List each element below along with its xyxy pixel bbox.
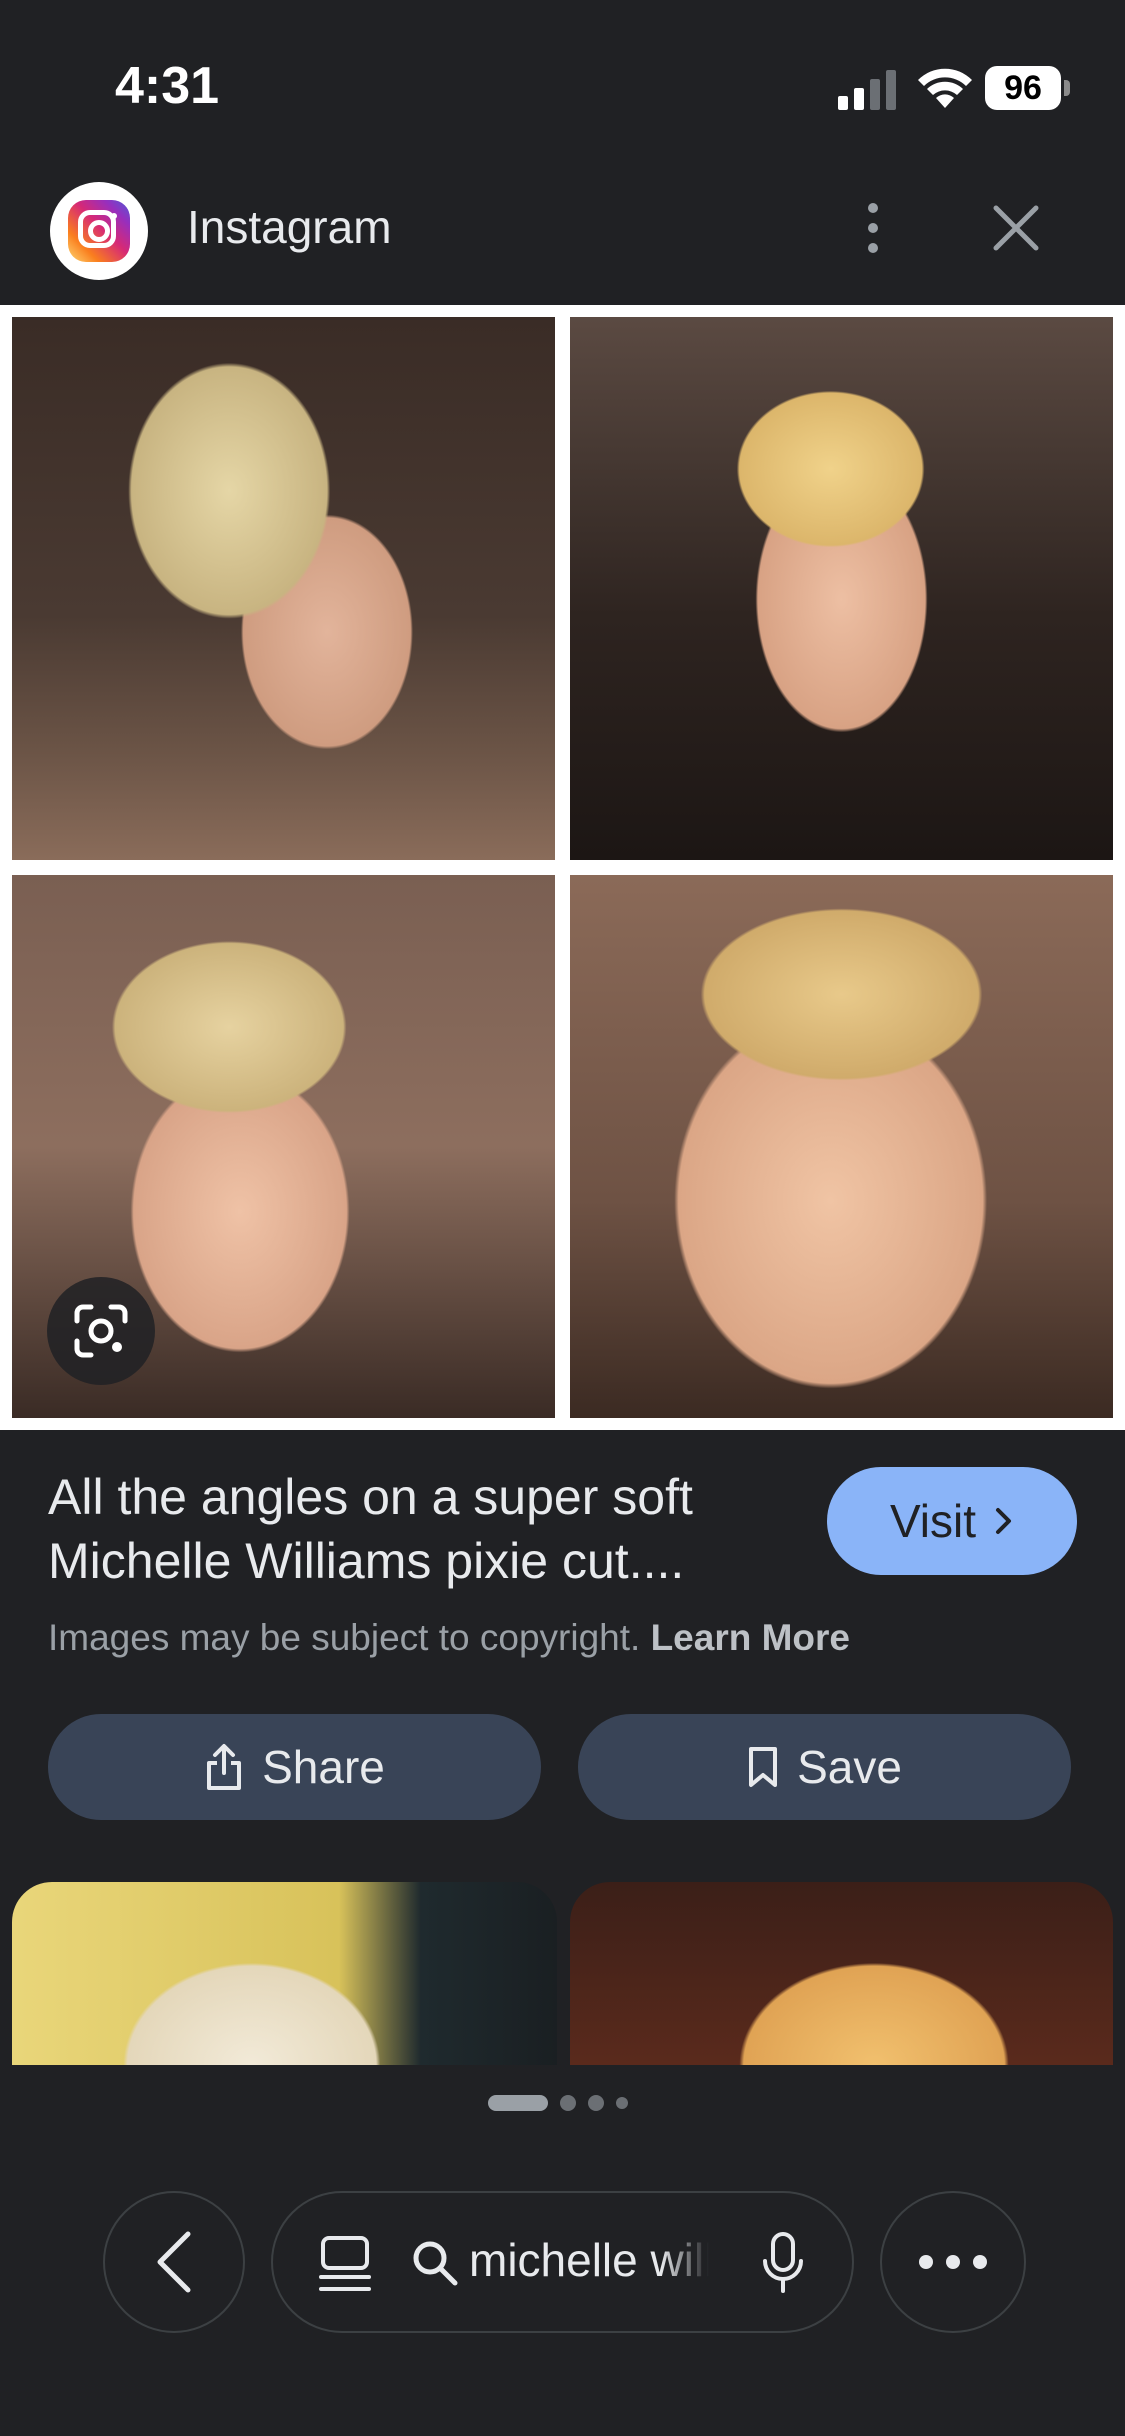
more-options-button[interactable] — [880, 2191, 1026, 2333]
battery-indicator: 96 — [985, 66, 1061, 110]
back-button[interactable] — [103, 2191, 245, 2333]
image-title[interactable]: All the angles on a super soft Michelle … — [48, 1465, 808, 1593]
page-indicator — [488, 2095, 640, 2111]
status-time: 4:31 — [115, 57, 220, 115]
more-vert-icon[interactable] — [858, 198, 888, 258]
photo-front — [570, 317, 1113, 860]
share-icon — [207, 1744, 242, 1790]
photo-closeup — [570, 875, 1113, 1418]
more-horiz-icon — [919, 2255, 987, 2269]
visit-button[interactable]: Visit — [827, 1467, 1077, 1575]
source-header: Instagram — [0, 170, 1125, 305]
page-dot-active — [488, 2095, 548, 2111]
battery-level: 96 — [1004, 68, 1042, 107]
source-name[interactable]: Instagram — [187, 200, 392, 254]
share-button[interactable]: Share — [48, 1714, 541, 1820]
related-image-2[interactable] — [570, 1882, 1113, 2065]
share-label: Share — [262, 1741, 385, 1793]
cellular-signal-icon — [838, 70, 896, 110]
status-bar: 4:31 96 — [0, 0, 1125, 170]
battery-cap — [1064, 80, 1070, 96]
search-query[interactable]: michelle williams pixie — [469, 2233, 709, 2293]
bookmark-icon — [749, 1747, 778, 1787]
google-lens-button[interactable] — [47, 1277, 155, 1385]
copyright-text: Images may be subject to copyright. — [48, 1617, 641, 1658]
photo-profile-left — [12, 317, 555, 860]
google-lens-icon — [74, 1304, 128, 1358]
instagram-logo-icon[interactable] — [50, 182, 148, 280]
learn-more-link[interactable]: Learn More — [651, 1617, 850, 1658]
close-icon[interactable] — [990, 202, 1042, 254]
main-image[interactable] — [0, 305, 1125, 1430]
search-icon — [413, 2241, 458, 2286]
search-bar[interactable]: michelle williams pixie — [271, 2191, 854, 2333]
chevron-left-icon — [157, 2231, 191, 2293]
wifi-icon — [918, 68, 972, 108]
tabs-icon — [319, 2236, 371, 2291]
page-dot — [560, 2095, 576, 2111]
instagram-glyph — [68, 200, 130, 262]
image-viewer-screen: 4:31 96 Instagram All the angles on a su… — [0, 0, 1125, 2436]
mic-icon[interactable] — [761, 2231, 805, 2295]
visit-label: Visit — [889, 1495, 977, 1547]
related-image-1[interactable] — [12, 1882, 557, 2065]
copyright-notice: Images may be subject to copyright. Lear… — [48, 1617, 850, 1659]
page-dot — [616, 2097, 628, 2109]
chevron-right-icon — [996, 1508, 1012, 1534]
save-label: Save — [797, 1741, 902, 1793]
page-dot — [588, 2095, 604, 2111]
save-button[interactable]: Save — [578, 1714, 1071, 1820]
